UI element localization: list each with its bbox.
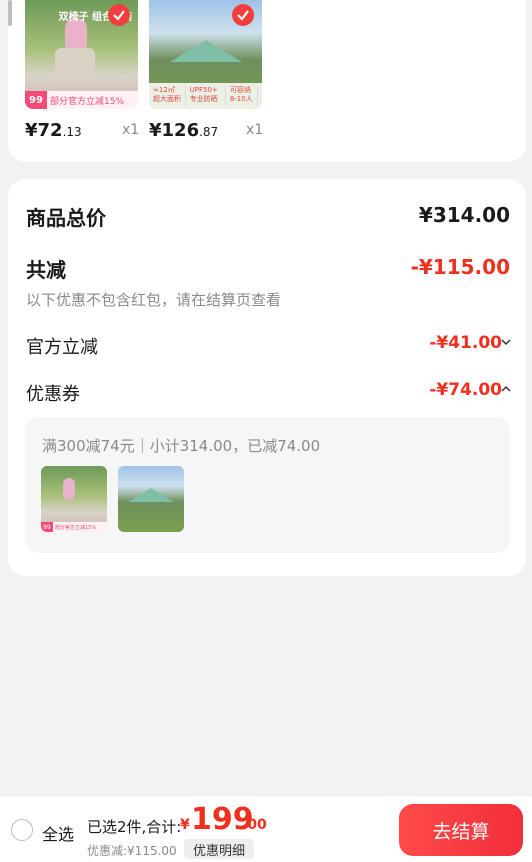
promo-text: 部分官方立减15% xyxy=(50,96,125,107)
product-illustration xyxy=(128,488,174,502)
selected-count-text: 已选2件,合计: xyxy=(87,818,182,836)
item-selected-checkbox[interactable] xyxy=(108,4,130,26)
official-discount-label[interactable]: 官方立减 xyxy=(26,333,98,359)
product-illustration xyxy=(63,478,75,500)
coupon-description: 满300减74元｜小计314.00，已减74.00 xyxy=(42,437,321,455)
discount-note: 以下优惠不包含红包，请在结算页查看 xyxy=(26,291,282,309)
select-all-radio[interactable] xyxy=(11,819,33,841)
product-illustration xyxy=(55,48,95,78)
coupon-product-thumbnail xyxy=(118,466,184,532)
product-quantity: x1 xyxy=(122,122,140,138)
coupon-value[interactable]: -¥74.00 xyxy=(429,380,502,400)
feature-text: ≈12㎡ 超大面积 xyxy=(153,86,186,106)
chevron-up-icon[interactable] xyxy=(500,383,512,395)
product-image-tent[interactable]: ≈12㎡ 超大面积 UPF50+ 专业防晒 可容纳8-10人 xyxy=(149,0,262,109)
saved-amount: 优惠减:¥115.00 xyxy=(87,844,177,858)
price-badge: 99 xyxy=(41,522,53,532)
coupon-product-thumbnail: 99 部分官方立减15% xyxy=(41,466,107,532)
currency-symbol: ¥ xyxy=(180,817,190,833)
product-features: ≈12㎡ 超大面积 UPF50+ 专业防晒 可容纳8-10人 xyxy=(149,83,262,109)
select-all-label[interactable]: 全选 xyxy=(42,821,74,845)
total-price-label: 商品总价 xyxy=(26,206,106,230)
coupon-label[interactable]: 优惠券 xyxy=(26,380,80,406)
checkmark-icon xyxy=(113,10,125,21)
total-price-value: ¥314.00 xyxy=(418,203,510,227)
scrollbar-thumb[interactable] xyxy=(8,0,12,26)
grand-total-cents: .00 xyxy=(242,817,267,833)
product-price: ¥72.13 xyxy=(25,120,82,141)
promo-text: 部分官方立减15% xyxy=(55,524,97,531)
feature-text: UPF50+ 专业防晒 xyxy=(190,86,226,106)
checkout-button[interactable]: 去结算 xyxy=(399,804,523,856)
checkmark-icon xyxy=(237,10,249,21)
price-badge: 99 xyxy=(25,91,47,109)
total-discount-value: -¥115.00 xyxy=(410,255,510,279)
product-quantity: x1 xyxy=(246,122,264,138)
item-selected-checkbox[interactable] xyxy=(232,4,254,26)
official-discount-value[interactable]: -¥41.00 xyxy=(429,333,502,353)
discount-detail-button[interactable]: 优惠明细 xyxy=(184,839,254,859)
total-discount-label: 共减 xyxy=(26,258,66,282)
feature-text: 可容纳8-10人 xyxy=(230,86,259,106)
product-image-chairs[interactable]: 双椅子 组合套装 99 部分官方立减15% xyxy=(25,0,138,109)
product-illustration xyxy=(169,40,243,62)
product-promo-strip: 99 部分官方立减15% xyxy=(41,522,107,532)
product-promo-strip: 99 部分官方立减15% xyxy=(25,91,138,109)
product-price: ¥126.87 xyxy=(149,120,219,141)
chevron-down-icon[interactable] xyxy=(500,336,512,348)
